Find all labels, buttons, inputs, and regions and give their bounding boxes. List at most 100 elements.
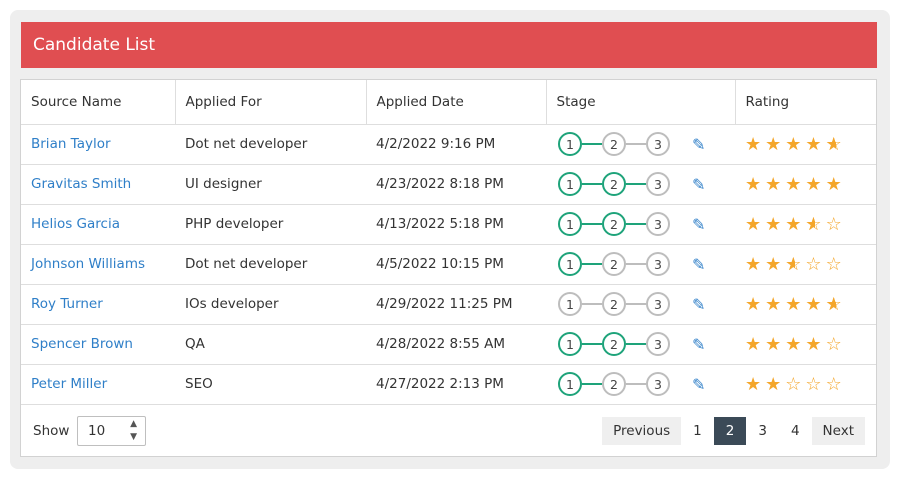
- stage-step-1[interactable]: 1: [558, 212, 582, 236]
- stage-step-2[interactable]: 2: [602, 132, 626, 156]
- applied-date-cell: 4/5/2022 10:15 PM: [366, 244, 546, 285]
- stage-progress: 1 2 3 ✎: [558, 292, 735, 316]
- star-icon[interactable]: ☆: [826, 214, 846, 235]
- star-rating[interactable]: ★★☆☆☆: [745, 374, 846, 395]
- star-icon[interactable]: ★: [745, 134, 765, 155]
- star-icon[interactable]: ★: [745, 334, 765, 355]
- pencil-icon[interactable]: ✎: [692, 175, 705, 194]
- star-icon[interactable]: ★: [765, 174, 785, 195]
- star-icon[interactable]: ☆: [826, 374, 846, 395]
- applied-date-cell: 4/23/2022 8:18 PM: [366, 164, 546, 205]
- star-rating[interactable]: ★★★★★☆: [745, 134, 846, 155]
- stage-step-2[interactable]: 2: [602, 172, 626, 196]
- stage-step-1[interactable]: 1: [558, 252, 582, 276]
- pencil-icon[interactable]: ✎: [692, 335, 705, 354]
- stage-step-1[interactable]: 1: [558, 172, 582, 196]
- stage-step-1[interactable]: 1: [558, 372, 582, 396]
- stage-step-3[interactable]: 3: [646, 332, 670, 356]
- column-header-applied-date[interactable]: Applied Date: [366, 80, 547, 125]
- candidate-name-link[interactable]: Roy Turner: [21, 284, 175, 325]
- star-icon[interactable]: ☆: [826, 254, 846, 275]
- star-icon[interactable]: ★: [805, 294, 825, 315]
- stage-connector: [626, 143, 646, 145]
- rating-cell: ★★★★★☆: [735, 284, 876, 325]
- previous-button[interactable]: Previous: [602, 417, 682, 445]
- stage-step-2[interactable]: 2: [602, 252, 626, 276]
- column-header-source-name[interactable]: Source Name: [21, 80, 176, 125]
- pencil-icon[interactable]: ✎: [692, 215, 705, 234]
- applied-for-cell: IOs developer: [175, 284, 366, 325]
- stage-cell: 1 2 3 ✎: [546, 204, 735, 245]
- stage-step-2[interactable]: 2: [602, 332, 626, 356]
- candidate-name-link[interactable]: Brian Taylor: [21, 124, 175, 165]
- star-icon[interactable]: ☆: [805, 374, 825, 395]
- pencil-icon[interactable]: ✎: [692, 375, 705, 394]
- star-icon[interactable]: ☆: [805, 254, 825, 275]
- star-icon[interactable]: ★: [765, 294, 785, 315]
- star-icon[interactable]: ★: [826, 174, 846, 195]
- star-icon[interactable]: ★: [765, 334, 785, 355]
- candidate-name-link[interactable]: Peter Miller: [21, 364, 175, 405]
- star-rating[interactable]: ★★★☆☆☆: [745, 254, 846, 275]
- stage-connector: [626, 303, 646, 305]
- star-icon[interactable]: ★: [765, 214, 785, 235]
- star-icon[interactable]: ★☆: [826, 294, 846, 315]
- star-icon[interactable]: ★☆: [805, 214, 825, 235]
- star-icon[interactable]: ★: [765, 254, 785, 275]
- star-icon[interactable]: ★: [785, 214, 805, 235]
- column-header-applied-for[interactable]: Applied For: [175, 80, 367, 125]
- table-row: Peter Miller SEO 4/27/2022 2:13 PM 1 2 3 ✎ ★★☆☆…: [21, 364, 876, 405]
- star-icon[interactable]: ★: [805, 334, 825, 355]
- star-icon[interactable]: ★: [765, 134, 785, 155]
- stage-step-2[interactable]: 2: [602, 212, 626, 236]
- star-icon[interactable]: ★: [765, 374, 785, 395]
- star-rating[interactable]: ★★★★★☆: [745, 294, 846, 315]
- star-icon[interactable]: ★: [745, 214, 765, 235]
- star-icon[interactable]: ★: [785, 294, 805, 315]
- star-rating[interactable]: ★★★★☆: [745, 334, 846, 355]
- stage-step-2[interactable]: 2: [602, 292, 626, 316]
- stage-step-1[interactable]: 1: [558, 332, 582, 356]
- pencil-icon[interactable]: ✎: [692, 135, 705, 154]
- stage-connector: [582, 383, 602, 385]
- page-button-1[interactable]: 1: [681, 417, 714, 445]
- candidate-name-link[interactable]: Johnson Williams: [21, 244, 175, 285]
- page-button-4[interactable]: 4: [778, 417, 812, 445]
- star-rating[interactable]: ★★★★★: [745, 174, 846, 195]
- star-icon[interactable]: ★: [805, 174, 825, 195]
- candidate-name-link[interactable]: Spencer Brown: [21, 324, 175, 365]
- stage-step-3[interactable]: 3: [646, 252, 670, 276]
- candidate-name-link[interactable]: Helios Garcia: [21, 204, 175, 245]
- page-button-2[interactable]: 2: [713, 417, 747, 445]
- applied-for-cell: Dot net developer: [175, 124, 366, 165]
- stage-step-1[interactable]: 1: [558, 132, 582, 156]
- page-button-3[interactable]: 3: [746, 417, 779, 445]
- star-icon[interactable]: ★☆: [826, 134, 846, 155]
- stage-step-1[interactable]: 1: [558, 292, 582, 316]
- star-icon[interactable]: ☆: [826, 334, 846, 355]
- star-icon[interactable]: ★: [745, 374, 765, 395]
- page-size-select[interactable]: 10 ▲ ▼: [77, 416, 146, 446]
- stage-step-3[interactable]: 3: [646, 172, 670, 196]
- star-icon[interactable]: ★: [785, 174, 805, 195]
- stage-step-3[interactable]: 3: [646, 212, 670, 236]
- star-rating[interactable]: ★★★★☆☆: [745, 214, 846, 235]
- star-icon[interactable]: ★: [785, 334, 805, 355]
- stage-step-3[interactable]: 3: [646, 132, 670, 156]
- star-icon[interactable]: ★☆: [785, 254, 805, 275]
- star-icon[interactable]: ☆: [785, 374, 805, 395]
- column-header-rating[interactable]: Rating: [735, 80, 876, 125]
- star-icon[interactable]: ★: [805, 134, 825, 155]
- pencil-icon[interactable]: ✎: [692, 295, 705, 314]
- pencil-icon[interactable]: ✎: [692, 255, 705, 274]
- next-button[interactable]: Next: [811, 417, 865, 445]
- star-icon[interactable]: ★: [745, 294, 765, 315]
- stage-step-2[interactable]: 2: [602, 372, 626, 396]
- stage-step-3[interactable]: 3: [646, 372, 670, 396]
- stage-step-3[interactable]: 3: [646, 292, 670, 316]
- candidate-name-link[interactable]: Gravitas Smith: [21, 164, 175, 205]
- star-icon[interactable]: ★: [745, 254, 765, 275]
- star-icon[interactable]: ★: [785, 134, 805, 155]
- star-icon[interactable]: ★: [745, 174, 765, 195]
- column-header-stage[interactable]: Stage: [546, 80, 736, 125]
